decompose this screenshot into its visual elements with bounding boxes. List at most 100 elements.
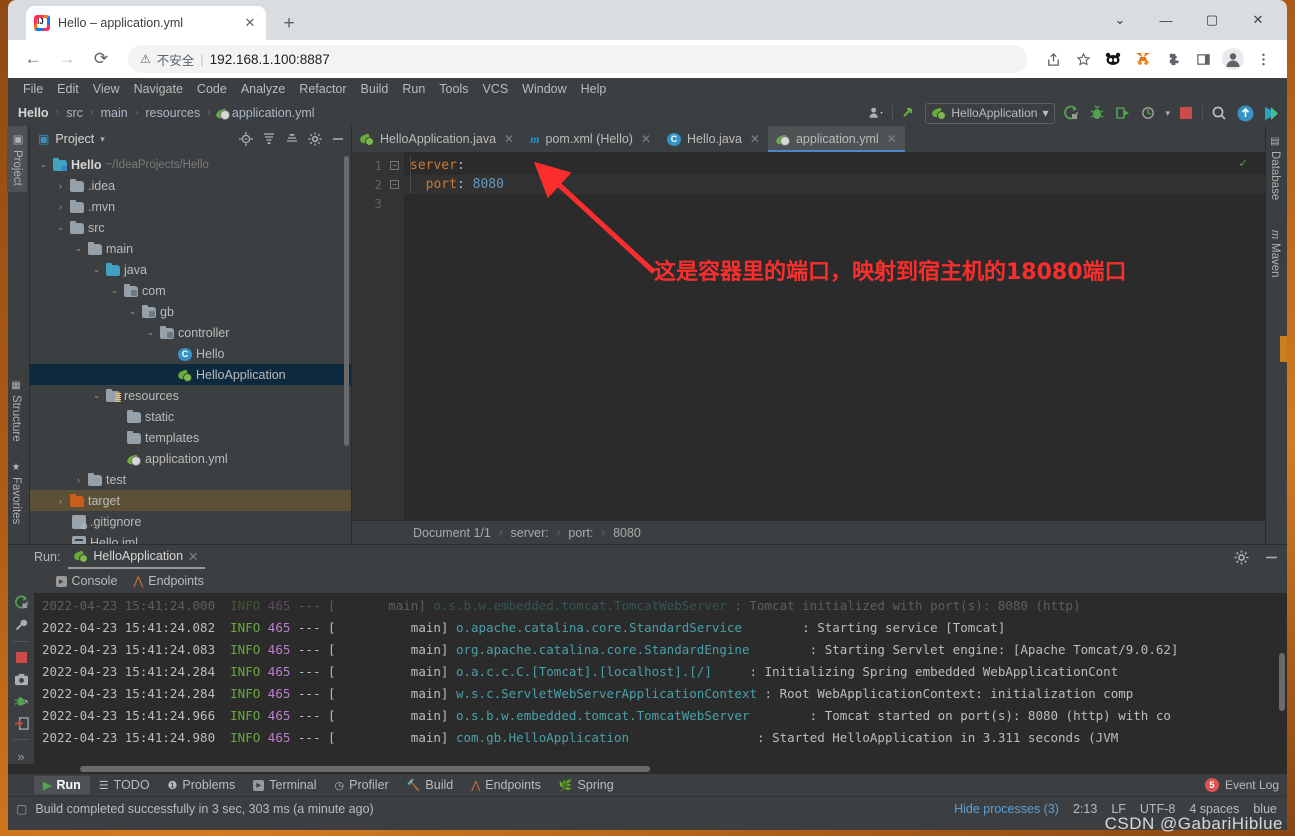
tree-item-hello[interactable]: ⌄ Hello ~/IdeaProjects/Hello [30,154,351,175]
panda-extension-icon[interactable] [1099,45,1127,73]
code-editor[interactable]: 1 2 3 − − server: port: 8080 ✓ 这是容器里的端口，… [352,152,1265,520]
bottom-tab-profiler[interactable]: ◷ Profiler [326,776,398,794]
chevron-down-icon[interactable]: ⌄ [145,327,156,338]
code-fold-icon[interactable]: − [390,180,399,189]
bottom-tab-todo[interactable]: ☰ TODO [90,776,159,794]
console-scrollbar[interactable] [1279,653,1285,711]
event-log-area[interactable]: 5 Event Log [1204,778,1287,792]
tree-item-controller[interactable]: ⌄ controller [30,322,351,343]
code-fold-icon[interactable]: − [390,161,399,170]
locate-icon[interactable] [237,130,255,148]
tab-helloapplication-java[interactable]: HelloApplication.java ✕ [352,126,522,152]
menu-edit[interactable]: Edit [50,80,86,98]
chrome-menu-icon[interactable] [1249,45,1277,73]
chevron-down-icon[interactable]: ⌄ [91,390,102,401]
breadcrumb-port[interactable]: port: [565,526,596,540]
tree-item-templates[interactable]: templates [30,427,351,448]
bottom-tab-spring[interactable]: 🌿 Spring [550,776,623,794]
close-icon[interactable]: ✕ [750,132,760,146]
metamask-fox-icon[interactable] [1129,45,1157,73]
user-avatar-icon[interactable] [866,103,886,123]
search-everywhere-icon[interactable] [1209,103,1229,123]
tree-item-gitignore[interactable]: .gitignore [30,511,351,532]
tree-item-mvn[interactable]: › .mvn [30,196,351,217]
chevron-down-icon[interactable]: ⌄ [109,285,120,296]
breadcrumb-document[interactable]: Document 1/1 [410,526,494,540]
hide-processes-link[interactable]: Hide processes (3) [954,802,1059,816]
run-tab-helloapplication[interactable]: HelloApplication ✕ [68,545,205,569]
minimize-button[interactable]: — [1143,4,1189,36]
navbar-crumb-project[interactable]: Hello [16,106,51,120]
maximize-button[interactable]: ▢ [1189,4,1235,36]
stop-icon[interactable] [11,650,31,666]
navbar-crumb-main[interactable]: main [99,106,130,120]
hide-icon[interactable] [329,130,347,148]
tree-item-static[interactable]: static [30,406,351,427]
subtab-endpoints[interactable]: ⋀ Endpoints [133,574,203,588]
menu-file[interactable]: File [16,80,50,98]
chevron-down-icon[interactable]: ⌄ [55,222,66,233]
menu-navigate[interactable]: Navigate [127,80,190,98]
menu-refactor[interactable]: Refactor [292,80,353,98]
chevron-down-icon[interactable]: ⌄ [38,159,49,170]
tree-item-gb[interactable]: ⌄ gb [30,301,351,322]
back-icon[interactable]: ← [18,44,48,74]
tree-item-test[interactable]: › test [30,469,351,490]
tree-item-java[interactable]: ⌄ java [30,259,351,280]
tab-pom-xml[interactable]: m pom.xml (Hello) ✕ [522,126,659,152]
sidepanel-icon[interactable] [1189,45,1217,73]
chevron-down-icon[interactable]: ⌄ [127,306,138,317]
bottom-tab-problems[interactable]: ❶ Problems [159,776,245,794]
menu-run[interactable]: Run [395,80,432,98]
chevron-down-icon[interactable]: ▾ [100,134,105,145]
exit-icon[interactable] [11,715,31,731]
close-button[interactable]: ✕ [1235,4,1281,36]
menu-vcs[interactable]: VCS [475,80,515,98]
close-icon[interactable]: ✕ [887,132,897,146]
bottom-tab-run[interactable]: ▶ Run [34,776,90,794]
tree-scrollbar[interactable] [344,156,349,446]
indent-setting[interactable]: 4 spaces [1189,802,1239,816]
wrench-icon[interactable] [11,617,31,633]
close-icon[interactable]: ✕ [188,549,198,564]
updates-arrow-icon[interactable] [899,103,919,123]
tree-item-target[interactable]: › target [30,490,351,511]
tree-item-hello-iml[interactable]: Hello.iml [30,532,351,544]
tree-item-main[interactable]: ⌄ main [30,238,351,259]
run-icon[interactable] [1061,103,1081,123]
tab-hello-java[interactable]: C Hello.java ✕ [659,126,768,152]
address-bar[interactable]: ⚠ 不安全 | 192.168.1.100:8887 [128,45,1027,73]
close-icon[interactable]: ✕ [242,15,258,31]
stop-icon[interactable] [1176,103,1196,123]
run-with-coverage-icon[interactable] [1113,103,1133,123]
sidebar-item-structure[interactable]: ▦ Structure [7,374,25,448]
profile-avatar-icon[interactable] [1219,45,1247,73]
menu-view[interactable]: View [86,80,127,98]
thread-dump-icon[interactable] [11,693,31,709]
navbar-crumb-file[interactable]: application.yml [230,106,317,120]
reload-icon[interactable]: ⟳ [86,44,116,74]
menu-window[interactable]: Window [515,80,573,98]
hide-window-icon[interactable] [1261,547,1281,567]
new-tab-button[interactable]: + [276,11,302,37]
expand-more-icon[interactable]: » [11,748,31,764]
expand-all-icon[interactable] [260,130,278,148]
chevron-down-icon[interactable]: ▾ [1165,108,1170,119]
close-icon[interactable]: ✕ [504,132,514,146]
close-icon[interactable]: ✕ [641,132,651,146]
console-hscrollbar[interactable] [80,766,650,772]
tree-item-resources[interactable]: ⌄ resources [30,385,351,406]
navbar-crumb-src[interactable]: src [64,106,85,120]
menu-analyze[interactable]: Analyze [234,80,292,98]
sidebar-item-maven[interactable]: m Maven [1266,224,1284,284]
settings-gear-icon[interactable] [1231,547,1251,567]
puzzle-extension-icon[interactable] [1159,45,1187,73]
bottom-tab-endpoints[interactable]: ⋀ Endpoints [462,776,550,794]
share-icon[interactable] [1039,45,1067,73]
chevron-right-icon[interactable]: › [55,496,66,506]
chevron-right-icon[interactable]: › [55,181,66,191]
menu-tools[interactable]: Tools [432,80,475,98]
collapse-all-icon[interactable] [283,130,301,148]
update-project-icon[interactable] [1235,103,1255,123]
breadcrumb-value[interactable]: 8080 [610,526,644,540]
